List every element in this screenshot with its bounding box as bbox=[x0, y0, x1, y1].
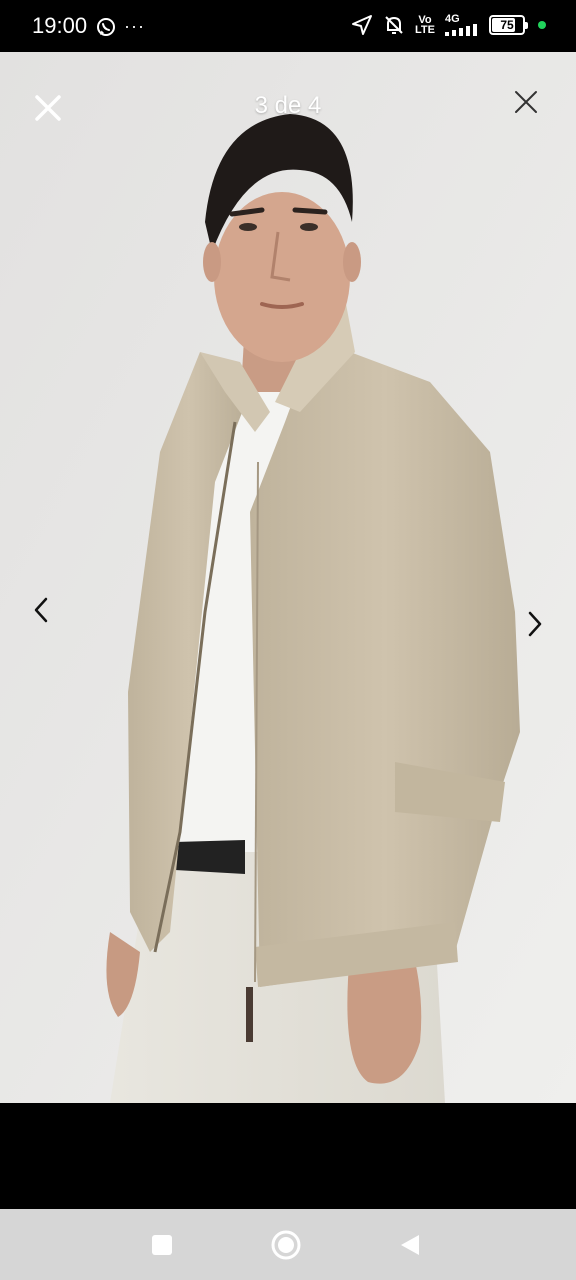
system-navigation-bar bbox=[0, 1209, 576, 1280]
status-time: 19:00 bbox=[32, 13, 88, 38]
bottom-letterbox bbox=[0, 1103, 576, 1209]
close-icon bbox=[515, 91, 537, 113]
battery-icon: 75 bbox=[489, 15, 525, 35]
status-notification-icons: ··· bbox=[96, 16, 145, 37]
previous-image-button[interactable] bbox=[26, 588, 56, 632]
signal-indicator: 4G bbox=[445, 14, 479, 36]
battery-level: 75 bbox=[500, 18, 514, 32]
close-gallery-button[interactable] bbox=[506, 82, 546, 122]
status-bar: 19:00 ··· Vo LTE 4G 75 bbox=[0, 0, 576, 52]
back-triangle-icon bbox=[401, 1235, 419, 1255]
product-photo[interactable] bbox=[0, 52, 576, 1103]
whatsapp-icon bbox=[97, 17, 115, 36]
chevron-right-icon bbox=[528, 611, 542, 637]
chevron-left-icon bbox=[34, 597, 48, 623]
signal-bars-icon bbox=[445, 24, 477, 36]
battery-indicator: 75 bbox=[489, 15, 528, 35]
status-system-icons: Vo LTE 4G 75 bbox=[351, 14, 546, 36]
home-circle-icon bbox=[271, 1230, 301, 1260]
recents-square-icon bbox=[152, 1235, 172, 1255]
more-notifications-icon: ··· bbox=[124, 16, 145, 36]
volte-indicator: Vo LTE bbox=[415, 14, 435, 36]
close-viewer-button[interactable] bbox=[26, 86, 70, 130]
network-generation: 4G bbox=[445, 13, 460, 25]
recents-button[interactable] bbox=[146, 1229, 178, 1261]
privacy-indicator-dot bbox=[538, 21, 546, 29]
close-icon bbox=[35, 95, 61, 121]
bell-muted-icon bbox=[385, 16, 403, 34]
home-button[interactable] bbox=[270, 1229, 302, 1261]
image-viewer[interactable]: 3 de 4 bbox=[0, 52, 576, 1103]
back-button[interactable] bbox=[394, 1229, 426, 1261]
location-arrow-icon bbox=[352, 15, 373, 35]
next-image-button[interactable] bbox=[520, 602, 550, 646]
image-counter: 3 de 4 bbox=[254, 92, 322, 119]
